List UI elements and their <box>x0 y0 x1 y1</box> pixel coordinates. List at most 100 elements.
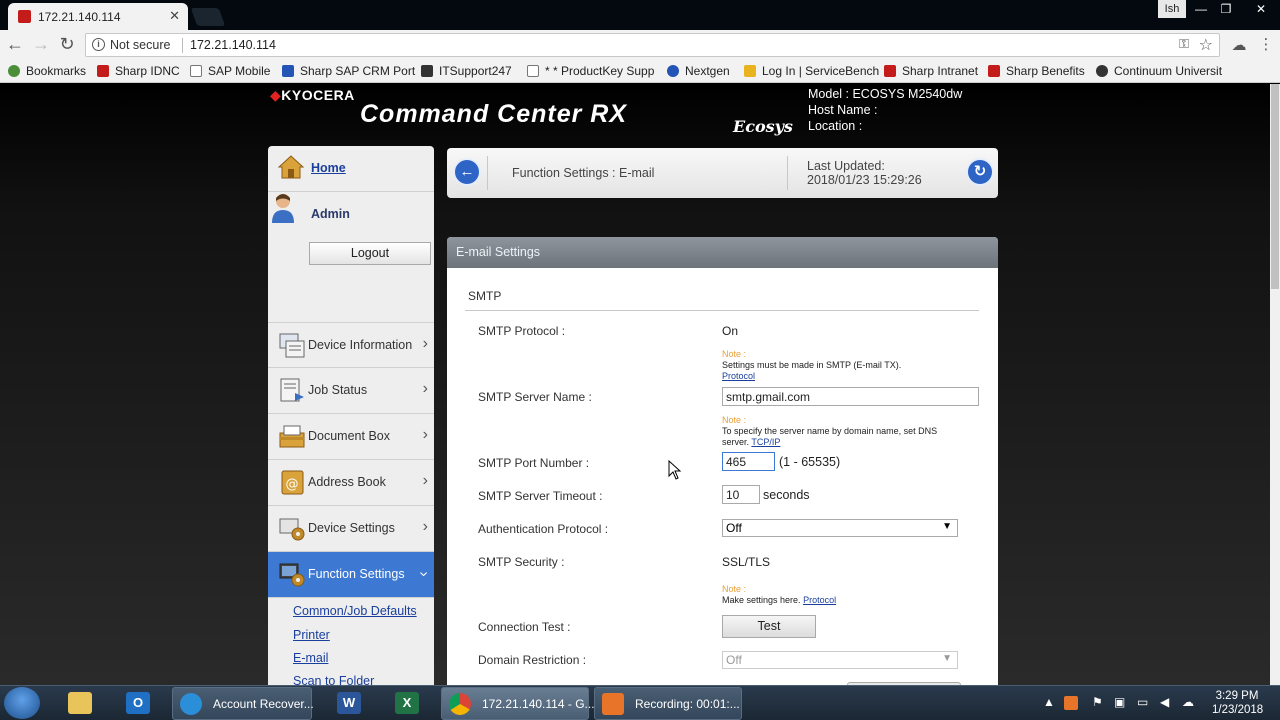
show-hidden-icons[interactable]: ▲ <box>1043 695 1055 709</box>
apps-icon <box>8 65 20 77</box>
new-tab-button[interactable] <box>190 8 226 26</box>
sidebar: Home Admin Logout Device Information › J… <box>268 146 434 685</box>
bookmark-item[interactable]: SAP Mobile <box>190 64 270 78</box>
word-icon: W <box>337 692 361 714</box>
protocol-link[interactable]: Protocol <box>722 371 755 381</box>
security-label: Not secure <box>110 38 171 52</box>
breadcrumb: ← Function Settings : E-mail Last Update… <box>447 148 998 198</box>
taskbar-ie-account-recover[interactable]: Account Recover... <box>172 687 314 720</box>
close-tab-icon[interactable]: ✕ <box>169 8 180 24</box>
back-icon[interactable]: ← <box>4 34 26 55</box>
sidebar-item-job-status[interactable]: Job Status › <box>268 368 434 414</box>
tray-app-icon[interactable]: ▣ <box>1114 695 1125 709</box>
reload-icon[interactable]: ↻ <box>56 34 78 55</box>
close-window-icon[interactable]: ✕ <box>1250 2 1272 16</box>
volume-icon[interactable]: ◀ <box>1160 695 1169 709</box>
svg-text:@: @ <box>286 477 299 492</box>
menu-icon[interactable]: ⋮ <box>1255 35 1277 53</box>
email-settings-panel: E-mail Settings SMTP SMTP Protocol : On … <box>447 237 998 685</box>
back-arrow-icon[interactable]: ← <box>453 158 481 186</box>
chevron-right-icon: › <box>422 518 428 535</box>
url-text: 172.21.140.114 <box>190 38 276 52</box>
sidebar-item-function-settings[interactable]: Function Settings › <box>268 552 434 598</box>
outlook-button[interactable]: O <box>112 688 166 719</box>
maximize-icon[interactable]: ❐ <box>1215 2 1237 16</box>
protocol-link[interactable]: Protocol <box>803 595 836 605</box>
sublink-common-job-defaults[interactable]: Common/Job Defaults <box>293 604 417 618</box>
sidebar-item-document-box[interactable]: Document Box › <box>268 414 434 460</box>
bookmark-item[interactable]: Sharp Intranet <box>884 64 978 78</box>
tcpip-link[interactable]: TCP/IP <box>751 437 780 447</box>
smtp-timeout-input[interactable]: 10 <box>722 485 760 504</box>
sublink-email[interactable]: E-mail <box>293 651 328 665</box>
address-book-icon: @ <box>281 470 304 495</box>
smtp-server-name-input[interactable]: smtp.gmail.com <box>722 387 979 406</box>
profile-button[interactable]: Ish <box>1158 0 1186 18</box>
sidebar-item-label: Document Box <box>308 429 390 443</box>
bookmark-item[interactable]: Sharp Benefits <box>988 64 1085 78</box>
bookmark-item[interactable]: Nextgen <box>667 64 730 78</box>
forward-icon[interactable]: → <box>30 34 52 55</box>
refresh-icon[interactable]: ↻ <box>966 158 994 186</box>
page-content: ◆KYOCERA Command Center RX Ecosys Model … <box>0 84 1280 685</box>
sidebar-item-device-information[interactable]: Device Information › <box>268 322 434 368</box>
home-link[interactable]: Home <box>311 161 346 175</box>
info-icon[interactable]: i <box>92 38 105 51</box>
admin-label: Admin <box>311 207 350 221</box>
bookmark-item[interactable]: Bookmarks <box>8 64 86 78</box>
system-clock[interactable]: 3:29 PM 1/23/2018 <box>1212 689 1263 717</box>
bookmark-item[interactable]: Sharp SAP CRM Port <box>282 64 415 78</box>
word-button[interactable]: W <box>323 688 377 719</box>
logout-button[interactable]: Logout <box>309 242 431 265</box>
chevron-right-icon: › <box>422 335 428 352</box>
taskbar-recording[interactable]: Recording: 00:01:... <box>594 687 742 720</box>
chevron-right-icon: › <box>422 380 428 397</box>
command-center-logo: Command Center RX <box>360 100 628 128</box>
minimize-icon[interactable]: — <box>1190 2 1212 16</box>
browser-tab[interactable]: 172.21.140.114 ✕ <box>8 3 188 30</box>
last-updated-label: Last Updated: <box>807 159 885 173</box>
smtp-port-input[interactable]: 465 <box>722 452 775 471</box>
device-settings-icon <box>279 518 305 541</box>
sidebar-item-address-book[interactable]: @ Address Book › <box>268 460 434 506</box>
sidebar-item-home[interactable]: Home <box>268 146 434 192</box>
excel-button[interactable]: X <box>381 688 435 719</box>
page-scrollbar[interactable] <box>1270 84 1280 685</box>
admin-section: Admin Logout <box>268 192 434 322</box>
smtp-protocol-value: On <box>722 324 739 338</box>
smtp-port-label: SMTP Port Number : <box>478 456 590 470</box>
bookmark-star-icon[interactable]: ☆ <box>1199 35 1213 55</box>
extension-icon[interactable]: ☁ <box>1228 36 1250 54</box>
scrollbar-thumb[interactable] <box>1271 84 1279 289</box>
key-icon[interactable]: ⚿ <box>1179 36 1189 52</box>
taskbar-chrome-window[interactable]: 172.21.140.114 - G... <box>441 687 595 720</box>
file-explorer-button[interactable] <box>54 688 108 719</box>
bookmark-item[interactable]: Log In | ServiceBench <box>744 64 879 78</box>
test-button[interactable]: Test <box>722 615 816 638</box>
auth-protocol-select[interactable]: Off ▼ <box>722 519 958 537</box>
last-updated-value: 2018/01/23 15:29:26 <box>807 173 922 187</box>
recorder-tray-icon[interactable] <box>1064 696 1078 710</box>
sidebar-item-device-settings[interactable]: Device Settings › <box>268 506 434 552</box>
device-information-icon <box>279 333 305 358</box>
divider <box>182 38 183 53</box>
dropdown-arrow-icon: ▼ <box>942 653 952 664</box>
sidebar-item-label: Device Information <box>308 338 413 352</box>
panel-title: E-mail Settings <box>456 245 541 259</box>
network-icon[interactable]: ▭ <box>1137 695 1148 709</box>
sublink-scan-to-folder[interactable]: Scan to Folder <box>293 674 374 685</box>
bookmark-item[interactable]: ITSupport247 <box>421 64 512 78</box>
domain-restriction-select[interactable]: Off ▼ <box>722 651 958 669</box>
nextgen-icon <box>667 65 679 77</box>
connection-test-label: Connection Test : <box>478 620 571 634</box>
start-button[interactable] <box>4 687 40 719</box>
timeout-unit: seconds <box>763 488 810 502</box>
bookmark-item[interactable]: * * ProductKey Supp <box>527 64 654 78</box>
chrome-icon <box>449 693 471 715</box>
sublink-printer[interactable]: Printer <box>293 628 330 642</box>
address-bar[interactable]: i Not secure 172.21.140.114 ⚿ ☆ <box>85 33 1220 57</box>
bookmark-item[interactable]: Sharp IDNC <box>97 64 180 78</box>
flag-icon[interactable]: ⚑ <box>1092 695 1103 709</box>
onedrive-icon[interactable]: ☁ <box>1182 695 1194 709</box>
bookmark-item[interactable]: Continuum Universit <box>1096 64 1222 78</box>
